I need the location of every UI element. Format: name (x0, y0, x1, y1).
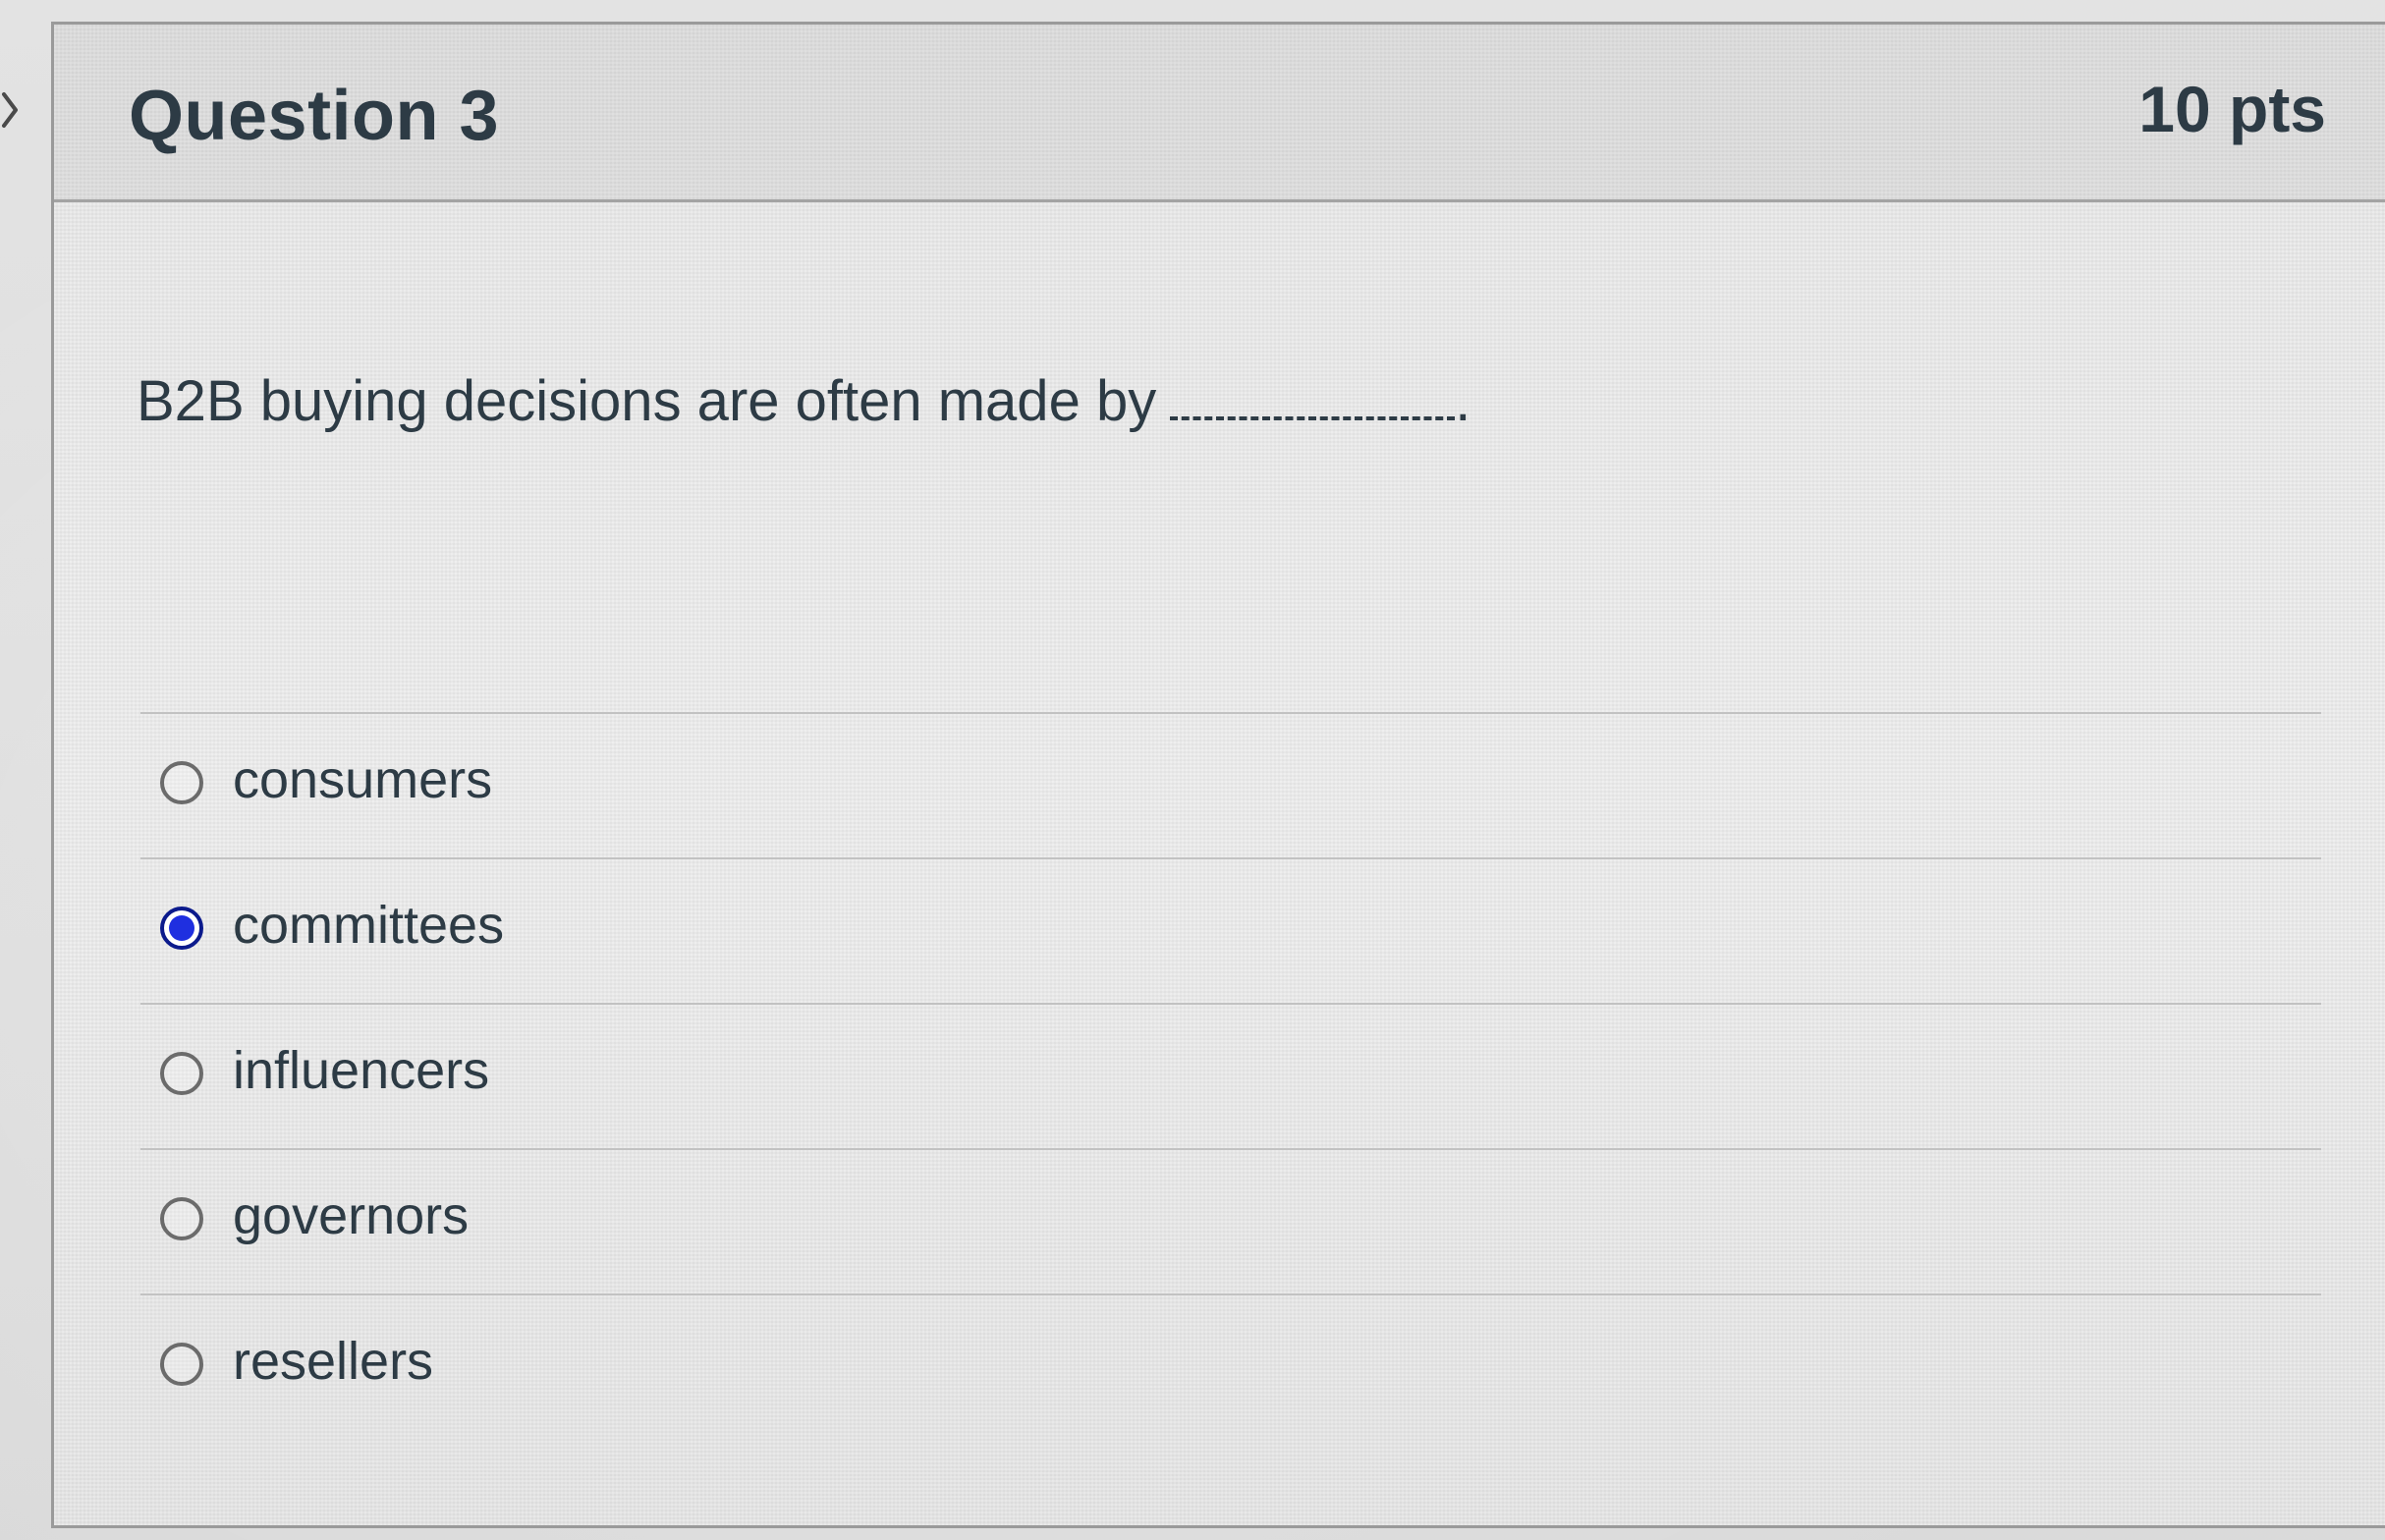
question-prompt: B2B buying decisions are often made by (137, 369, 1157, 433)
question-points: 10 pts (2138, 73, 2326, 145)
answer-label[interactable]: governors (233, 1185, 469, 1246)
question-header: Question 3 10 pts (54, 25, 2385, 202)
answer-option-consumers[interactable]: consumers (140, 714, 2321, 859)
radio-empty-icon[interactable] (160, 1197, 203, 1240)
radio-empty-icon[interactable] (160, 1052, 203, 1095)
answer-option-committees[interactable]: committees (140, 859, 2321, 1005)
answer-label[interactable]: committees (233, 895, 504, 956)
answer-label[interactable]: influencers (233, 1040, 489, 1101)
answer-option-influencers[interactable]: influencers (140, 1005, 2321, 1150)
radio-empty-icon[interactable] (160, 1343, 203, 1386)
radio-empty-icon[interactable] (160, 761, 203, 804)
chevron-right-icon[interactable] (0, 86, 24, 134)
answer-list: consumers committees influencers governo… (140, 712, 2321, 1441)
answer-blank (1170, 377, 1456, 420)
answer-option-governors[interactable]: governors (140, 1150, 2321, 1295)
answer-label[interactable]: consumers (233, 749, 492, 810)
radio-filled-icon[interactable] (160, 907, 203, 950)
question-text: B2B buying decisions are often made by. (137, 368, 1470, 434)
answer-label[interactable]: resellers (233, 1331, 433, 1392)
question-title: Question 3 (129, 77, 500, 155)
question-blank-suffix: . (1455, 369, 1471, 433)
question-card: Question 3 10 pts B2B buying decisions a… (51, 22, 2385, 1528)
answer-option-resellers[interactable]: resellers (140, 1295, 2321, 1441)
